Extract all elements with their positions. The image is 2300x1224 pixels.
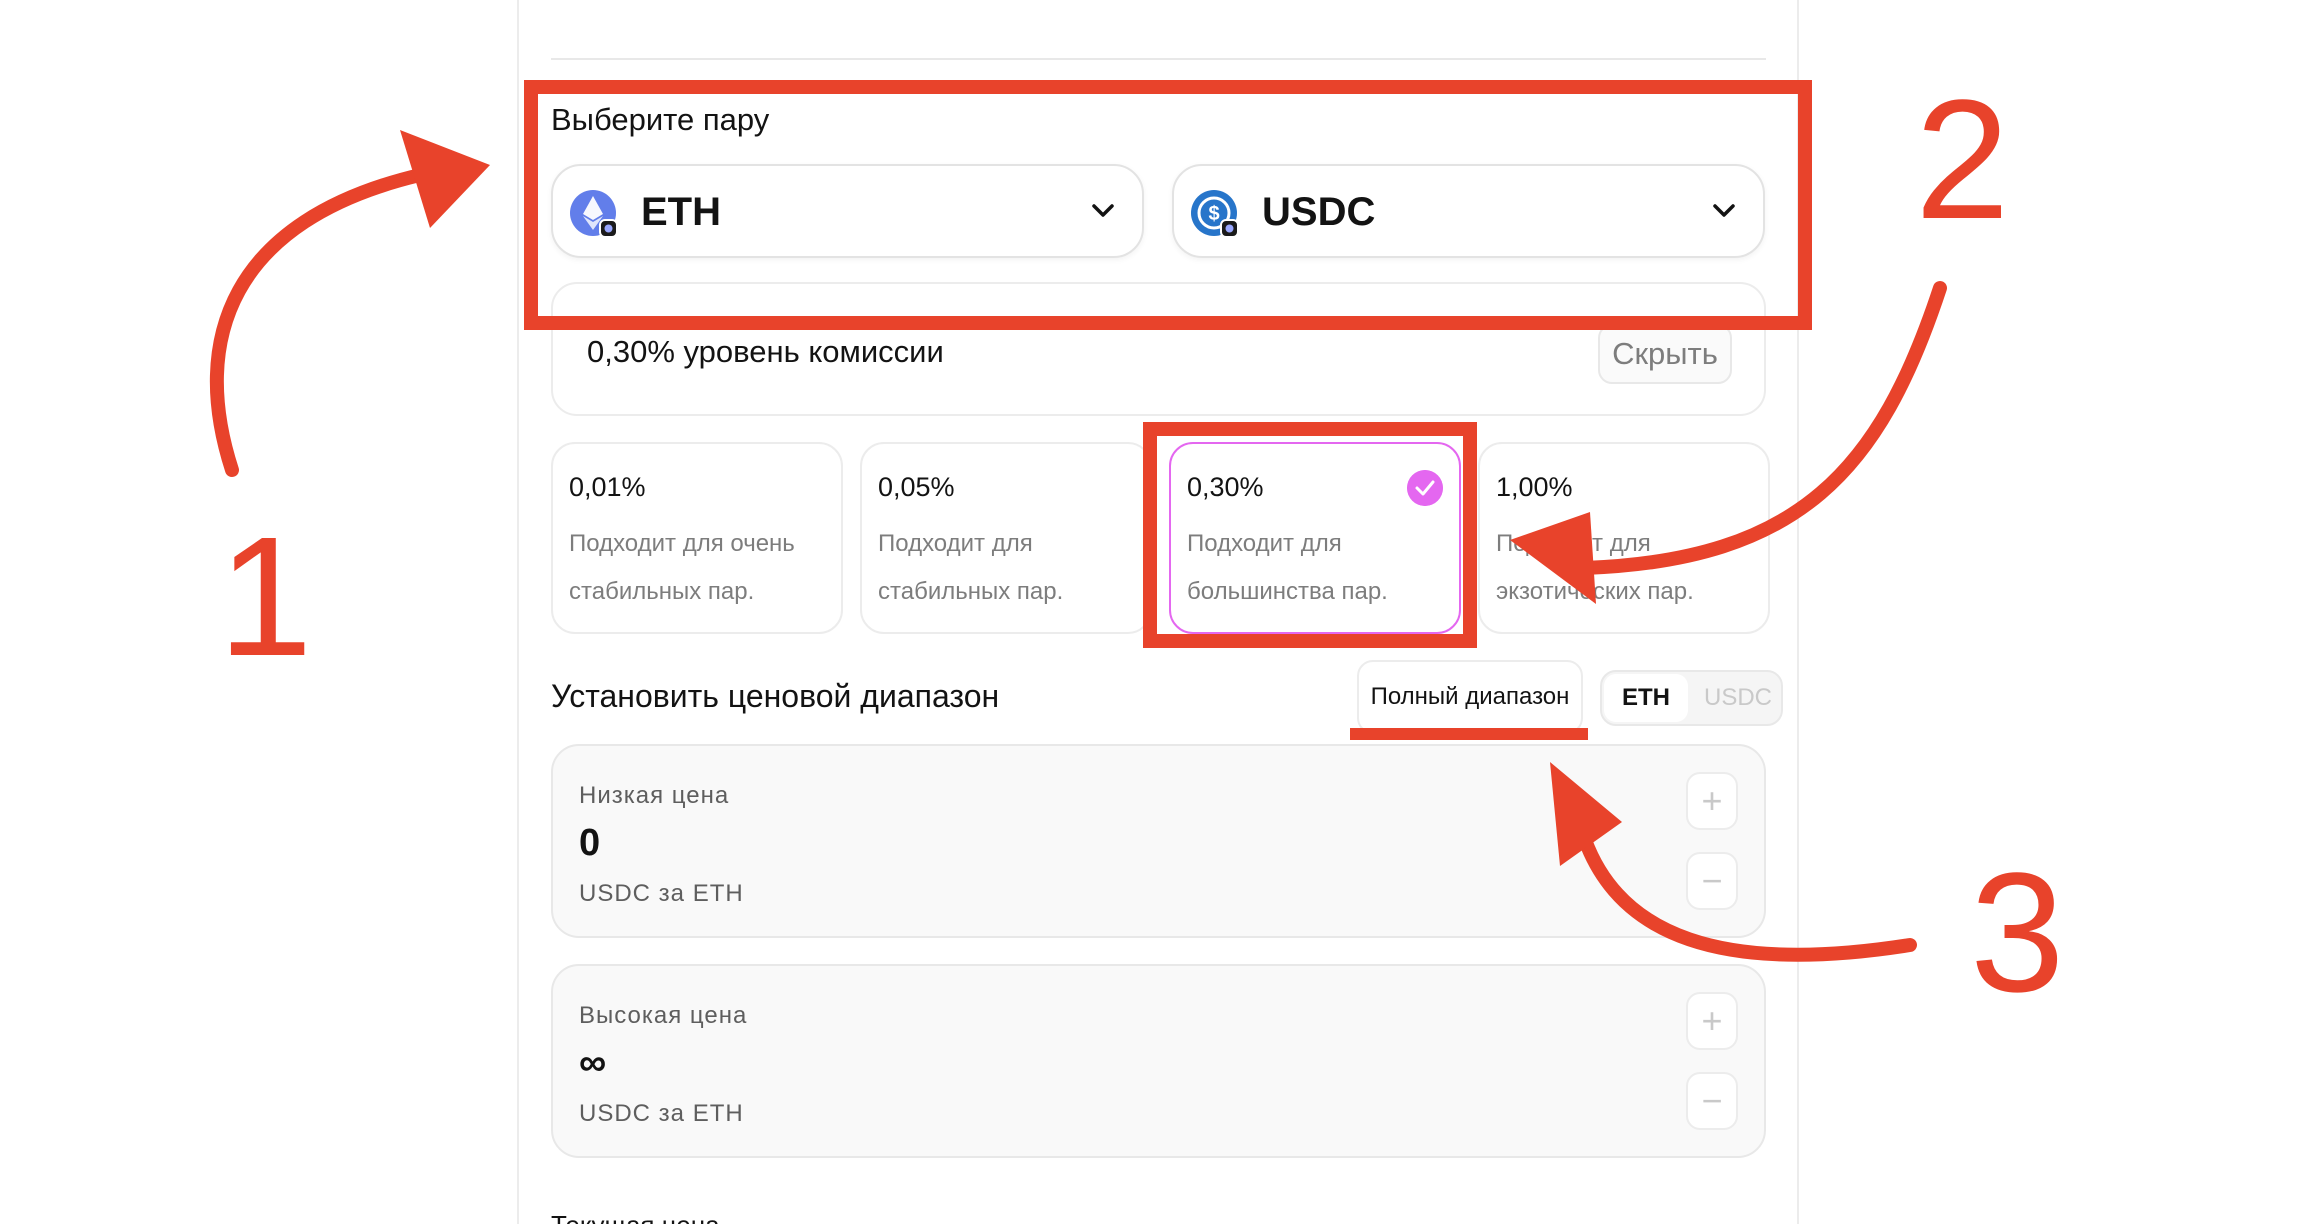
highlight-pair-selection	[524, 80, 1812, 330]
annotation-number-2: 2	[1915, 65, 2010, 255]
top-divider	[551, 58, 1766, 60]
high-price-input[interactable]: ∞	[579, 1042, 606, 1085]
high-price-increment-button[interactable]: +	[1686, 992, 1738, 1050]
high-price-decrement-button[interactable]: −	[1686, 1072, 1738, 1130]
annotation-number-1: 1	[218, 502, 313, 692]
price-range-title: Установить ценовой диапазон	[551, 678, 1000, 714]
low-price-unit: USDC за ETH	[579, 880, 744, 907]
low-price-box: Низкая цена 0 USDC за ETH + −	[551, 744, 1766, 938]
fee-tier-description: Подходит для очень стабильных пар.	[569, 530, 795, 605]
price-unit-toggle: ETH USDC	[1600, 670, 1783, 726]
annotation-number-3: 3	[1970, 838, 2065, 1028]
fee-tier-percent: 1,00%	[1496, 472, 1573, 502]
hide-fee-tiers-button[interactable]: Скрыть	[1598, 324, 1732, 384]
high-price-unit: USDC за ETH	[579, 1100, 744, 1127]
highlight-selected-fee-tier	[1143, 422, 1477, 648]
fee-tier-description: Подходит для экзотических пар.	[1496, 530, 1694, 605]
unit-option-usdc[interactable]: USDC	[1694, 672, 1782, 724]
fee-tier-percent: 0,05%	[878, 472, 955, 502]
fee-tier-text: 0,30% уровень комиссии	[587, 334, 944, 369]
fee-tier-option[interactable]: 0,01% Подходит для очень стабильных пар.	[551, 442, 843, 634]
unit-option-eth[interactable]: ETH	[1604, 674, 1688, 722]
current-price-label: Текущая цена	[551, 1210, 720, 1224]
high-price-box: Высокая цена ∞ USDC за ETH + −	[551, 964, 1766, 1158]
fee-tier-description: Подходит для стабильных пар.	[878, 530, 1064, 605]
fee-tier-option[interactable]: 1,00% Подходит для экзотических пар.	[1478, 442, 1770, 634]
underline-full-range	[1350, 728, 1588, 740]
low-price-label: Низкая цена	[579, 782, 730, 809]
low-price-input[interactable]: 0	[579, 822, 600, 865]
low-price-decrement-button[interactable]: −	[1686, 852, 1738, 910]
fee-tier-percent: 0,01%	[569, 472, 646, 502]
low-price-increment-button[interactable]: +	[1686, 772, 1738, 830]
full-range-button[interactable]: Полный диапазон	[1357, 660, 1583, 734]
fee-tier-option[interactable]: 0,05% Подходит для стабильных пар.	[860, 442, 1152, 634]
high-price-label: Высокая цена	[579, 1002, 748, 1029]
